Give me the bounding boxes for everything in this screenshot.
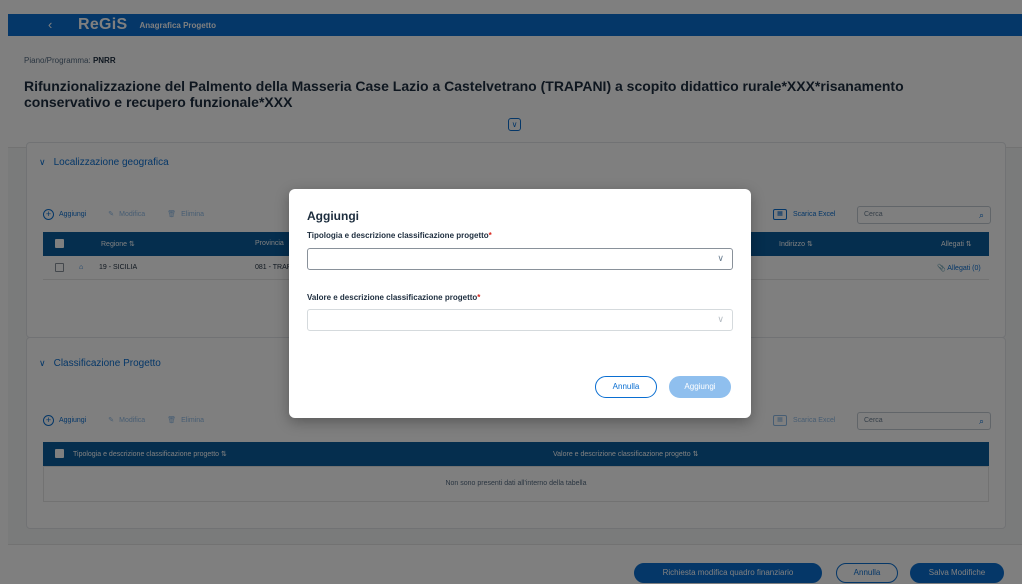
chevron-down-icon[interactable]: ∨ — [717, 314, 724, 325]
dialog-title: Aggiungi — [307, 209, 359, 223]
add-dialog: Aggiungi Tipologia e descrizione classif… — [289, 189, 751, 418]
dialog-add-button[interactable]: Aggiungi — [669, 376, 731, 398]
field-valore-label: Valore e descrizione classificazione pro… — [307, 293, 481, 302]
valore-select[interactable]: ∨ — [307, 309, 733, 331]
tipologia-select[interactable]: ∨ — [307, 248, 733, 270]
field-tipologia-label: Tipologia e descrizione classificazione … — [307, 231, 492, 240]
dialog-cancel-button[interactable]: Annulla — [595, 376, 657, 398]
chevron-down-icon[interactable]: ∨ — [717, 253, 724, 264]
